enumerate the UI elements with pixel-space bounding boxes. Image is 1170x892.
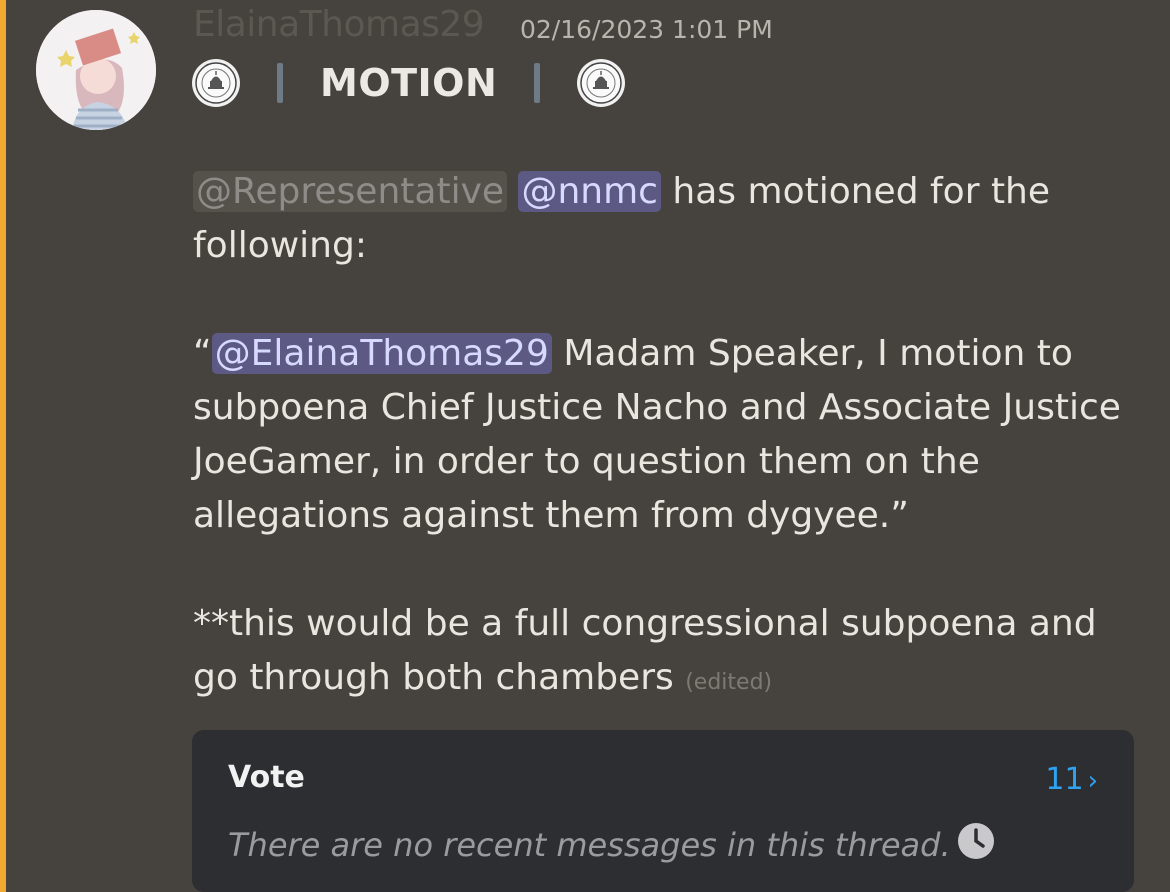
note-text: **this would be a full congressional sub… bbox=[193, 603, 1097, 698]
thread-name[interactable]: Vote bbox=[228, 760, 305, 795]
avatar[interactable] bbox=[36, 10, 156, 130]
message-author[interactable]: ElainaThomas29 bbox=[193, 4, 485, 45]
edited-label: (edited) bbox=[685, 670, 773, 695]
role-mention[interactable]: @Representative bbox=[193, 171, 508, 212]
clock-icon bbox=[951, 822, 995, 868]
title-divider bbox=[277, 63, 283, 103]
open-quote: “ bbox=[193, 333, 212, 374]
message-timestamp: 02/16/2023 1:01 PM bbox=[520, 15, 773, 44]
user-mention[interactable]: @ElainaThomas29 bbox=[211, 333, 552, 374]
title-divider bbox=[534, 63, 541, 103]
highlight-accent-bar bbox=[0, 0, 6, 892]
motion-quote: “@ElainaThomas29 Madam Speaker, I motion… bbox=[193, 327, 1143, 543]
motion-title: MOTION bbox=[320, 61, 498, 105]
thread-status-text: There are no recent messages in this thr… bbox=[228, 826, 951, 864]
capitol-seal-icon bbox=[577, 59, 626, 107]
motion-note: **this would be a full congressional sub… bbox=[193, 597, 1143, 710]
thread-status: There are no recent messages in this thr… bbox=[228, 822, 995, 868]
message-body: @Representative @nnmc has motioned for t… bbox=[193, 165, 1143, 710]
motion-header: MOTION bbox=[192, 58, 626, 108]
avatar-image bbox=[36, 10, 156, 130]
motion-intro: @Representative @nnmc has motioned for t… bbox=[193, 165, 1143, 273]
thread-preview[interactable]: Vote 11 › There are no recent messages in… bbox=[192, 730, 1134, 892]
user-mention[interactable]: @nnmc bbox=[518, 171, 661, 212]
chevron-right-icon: › bbox=[1087, 766, 1098, 796]
thread-message-count[interactable]: 11 › bbox=[1045, 762, 1098, 797]
capitol-seal-icon bbox=[192, 59, 240, 107]
